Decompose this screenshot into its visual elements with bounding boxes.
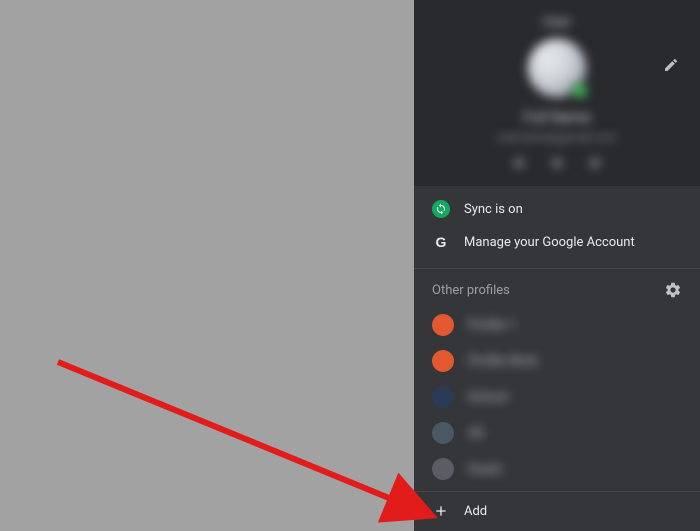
card-action-icon[interactable] <box>514 158 524 168</box>
profile-avatar-icon <box>432 458 454 480</box>
profile-short-name: User <box>543 14 571 30</box>
card-action-icon[interactable] <box>590 158 600 168</box>
card-action-icon[interactable] <box>552 158 562 168</box>
manage-profiles-button[interactable] <box>664 281 682 299</box>
profile-name: Alt <box>468 426 484 441</box>
profile-email: username@gmail.com <box>497 130 618 144</box>
profile-avatar-icon <box>432 422 454 444</box>
profile-action-row <box>514 158 600 168</box>
other-profiles-header: Other profiles <box>414 268 700 307</box>
profile-menu-panel: User Full Name username@gmail.com Sync i… <box>414 0 700 531</box>
gear-icon <box>664 281 682 299</box>
sync-icon <box>432 200 450 218</box>
profile-avatar-icon <box>432 350 454 372</box>
profile-avatar-icon <box>432 386 454 408</box>
profile-row[interactable]: School <box>414 379 700 415</box>
profile-name: Guest <box>468 462 502 477</box>
sync-status-label: Sync is on <box>464 202 523 217</box>
current-profile-card: User Full Name username@gmail.com <box>414 0 700 186</box>
profile-name: Profile Work <box>468 354 538 369</box>
manage-account-label: Manage your Google Account <box>464 235 635 250</box>
plus-icon <box>432 502 450 520</box>
profile-name: School <box>468 390 508 405</box>
profile-name: Profile 1 <box>468 318 516 333</box>
manage-account-row[interactable]: G Manage your Google Account <box>414 226 700 258</box>
add-profile-label: Add <box>464 504 487 519</box>
google-g-icon: G <box>432 234 450 250</box>
other-profiles-label: Other profiles <box>432 283 510 298</box>
add-profile-button[interactable]: Add <box>414 491 700 531</box>
other-profiles-list: Profile 1 Profile Work School Alt Guest <box>414 307 700 491</box>
profile-card-blurred-content: User Full Name username@gmail.com <box>414 14 700 168</box>
profile-row[interactable]: Guest <box>414 451 700 487</box>
profile-row[interactable]: Profile Work <box>414 343 700 379</box>
page-background <box>0 0 414 531</box>
profile-full-name: Full Name <box>523 108 590 126</box>
profile-avatar-icon <box>432 314 454 336</box>
account-menu: Sync is on G Manage your Google Account <box>414 186 700 268</box>
profile-row[interactable]: Profile 1 <box>414 307 700 343</box>
profile-row[interactable]: Alt <box>414 415 700 451</box>
avatar-container <box>527 38 587 98</box>
sync-status-badge-icon <box>571 82 589 100</box>
sync-status-row[interactable]: Sync is on <box>414 192 700 226</box>
